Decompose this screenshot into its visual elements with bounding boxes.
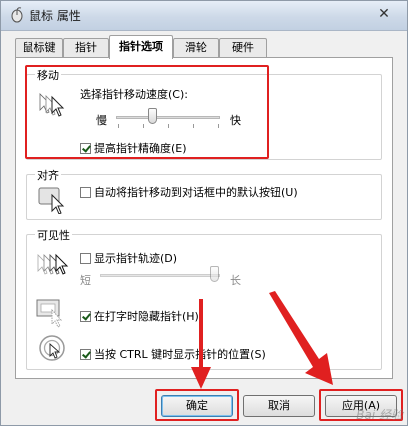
- hide-while-typing-icon: [36, 299, 63, 328]
- ctrl-checkbox[interactable]: [80, 349, 91, 360]
- visibility-group-label: 可见性: [35, 227, 72, 243]
- ctrl-locate-icon: [39, 335, 65, 361]
- trail-slider-thumb[interactable]: [210, 266, 219, 282]
- mouse-icon: [11, 7, 23, 23]
- close-icon: ✕: [378, 6, 390, 22]
- tab-wheel[interactable]: 滑轮: [173, 38, 219, 58]
- highlight-motion: [25, 65, 269, 159]
- close-button[interactable]: ✕: [373, 5, 395, 23]
- snap-to-icon: [38, 187, 65, 214]
- mouse-properties-window: 鼠标 属性 ✕ 鼠标键 指针 指针选项 滑轮 硬件 移动 选择指针移动速度(C)…: [0, 0, 408, 426]
- title-bar[interactable]: 鼠标 属性 ✕: [1, 1, 407, 31]
- watermark: Bai 经验: [356, 408, 403, 422]
- tab-buttons[interactable]: 鼠标键: [15, 38, 63, 58]
- hide-checkbox[interactable]: [80, 311, 91, 322]
- tab-pointers[interactable]: 指针: [63, 38, 109, 58]
- trail-slider-track[interactable]: [100, 274, 220, 277]
- tab-hardware[interactable]: 硬件: [219, 38, 267, 58]
- red-arrow-apply-icon: [269, 291, 333, 385]
- red-arrow-ok-icon: [191, 299, 211, 389]
- trails-checkbox[interactable]: [80, 253, 91, 264]
- trails-checkbox-row[interactable]: 显示指针轨迹(D): [80, 250, 177, 266]
- pointer-trails-icon: [37, 253, 69, 275]
- cancel-button[interactable]: 取消: [243, 395, 315, 417]
- tab-pointer-options[interactable]: 指针选项: [109, 35, 173, 59]
- snap-group-label: 对齐: [35, 167, 61, 183]
- trails-label: 显示指针轨迹(D): [94, 252, 178, 265]
- short-label: 短: [80, 274, 91, 287]
- long-label: 长: [230, 274, 241, 287]
- window-title: 鼠标 属性: [29, 9, 81, 23]
- ctrl-label: 当按 CTRL 键时显示指针的位置(S): [94, 348, 266, 361]
- highlight-ok: [155, 389, 239, 421]
- snap-checkbox-row[interactable]: 自动将指针移动到对话框中的默认按钮(U): [80, 184, 298, 200]
- snap-label: 自动将指针移动到对话框中的默认按钮(U): [94, 186, 298, 199]
- snap-checkbox[interactable]: [80, 187, 91, 198]
- ctrl-checkbox-row[interactable]: 当按 CTRL 键时显示指针的位置(S): [80, 346, 266, 362]
